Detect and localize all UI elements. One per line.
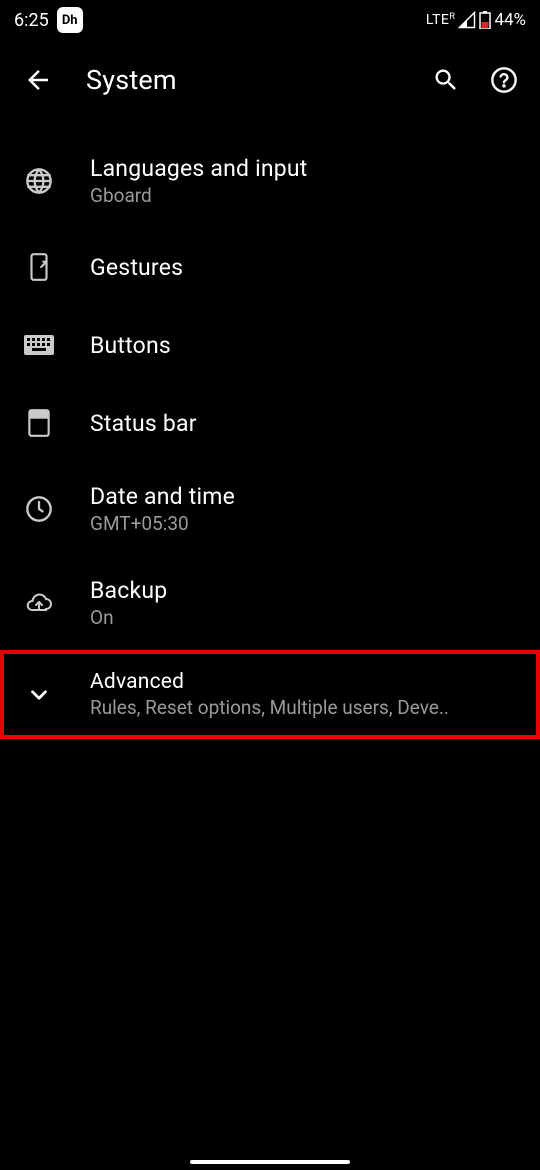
- network-type: LTER: [426, 12, 456, 28]
- setting-subtitle: Rules, Reset options, Multiple users, De…: [90, 696, 449, 719]
- setting-date-time[interactable]: Date and time GMT+05:30: [0, 462, 540, 556]
- notification-app-icon: Dh: [57, 7, 83, 33]
- gestures-icon: [24, 252, 54, 282]
- advanced-highlight: Advanced Rules, Reset options, Multiple …: [0, 650, 540, 739]
- keyboard-icon: [24, 330, 54, 360]
- globe-icon: [24, 166, 54, 196]
- setting-title: Gestures: [90, 254, 183, 281]
- setting-subtitle: GMT+05:30: [90, 512, 235, 535]
- app-bar: System: [0, 40, 540, 120]
- setting-languages-input[interactable]: Languages and input Gboard: [0, 134, 540, 228]
- back-button[interactable]: [20, 62, 56, 98]
- setting-title: Date and time: [90, 483, 235, 510]
- help-icon: [490, 66, 518, 94]
- setting-buttons[interactable]: Buttons: [0, 306, 540, 384]
- setting-gestures[interactable]: Gestures: [0, 228, 540, 306]
- settings-list: Languages and input Gboard Gestures: [0, 120, 540, 739]
- page-title: System: [86, 64, 400, 96]
- status-bar: 6:25 Dh LTER 44%: [0, 0, 540, 40]
- setting-advanced[interactable]: Advanced Rules, Reset options, Multiple …: [4, 654, 536, 735]
- signal-icon: [458, 11, 476, 29]
- chevron-down-icon: [24, 680, 54, 710]
- search-button[interactable]: [430, 64, 462, 96]
- battery-icon: [479, 11, 491, 29]
- setting-title: Backup: [90, 577, 167, 604]
- search-icon: [432, 66, 460, 94]
- setting-title: Status bar: [90, 410, 197, 437]
- help-button[interactable]: [488, 64, 520, 96]
- setting-title: Buttons: [90, 332, 171, 359]
- status-left: 6:25 Dh: [14, 7, 83, 33]
- setting-subtitle: On: [90, 606, 167, 629]
- setting-title: Languages and input: [90, 155, 308, 182]
- status-bar-icon: [24, 408, 54, 438]
- status-right: LTER 44%: [426, 10, 526, 30]
- clock-icon: [24, 494, 54, 524]
- status-time: 6:25: [14, 10, 49, 31]
- navigation-handle[interactable]: [190, 1160, 350, 1164]
- setting-backup[interactable]: Backup On: [0, 556, 540, 650]
- cloud-upload-icon: [24, 588, 54, 618]
- arrow-back-icon: [23, 65, 53, 95]
- setting-title: Advanced: [90, 670, 449, 694]
- setting-subtitle: Gboard: [90, 184, 308, 207]
- setting-status-bar[interactable]: Status bar: [0, 384, 540, 462]
- battery-percent: 44%: [494, 10, 526, 30]
